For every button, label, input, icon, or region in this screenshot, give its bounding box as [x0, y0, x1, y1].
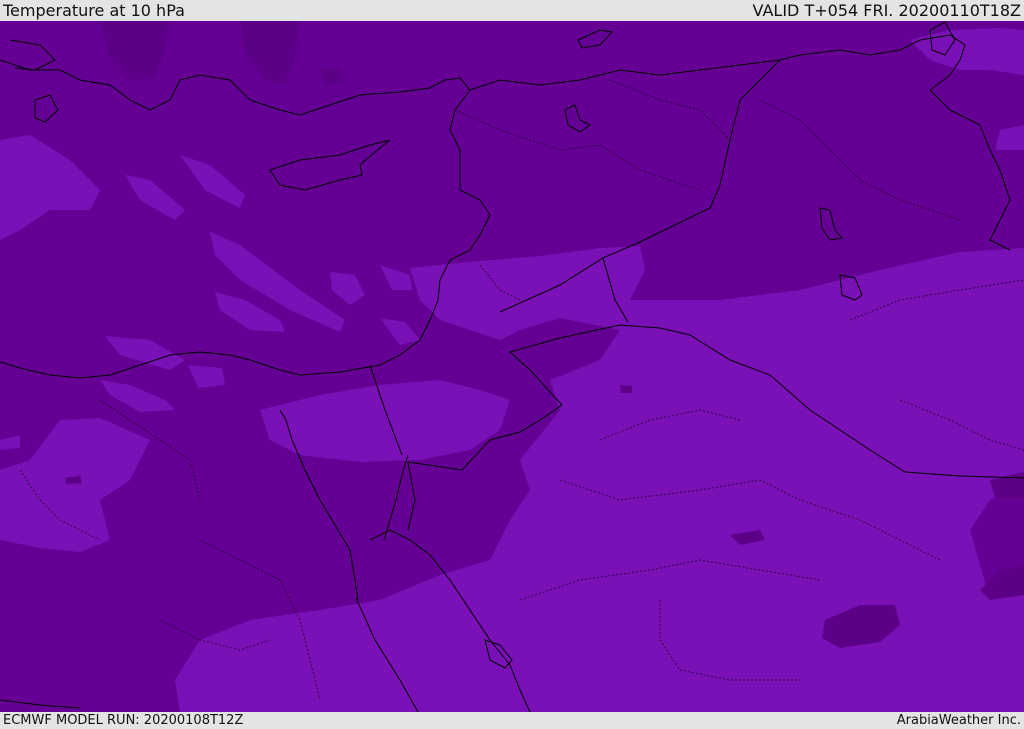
credit: ArabiaWeather Inc. [896, 713, 1021, 728]
map-header: Temperature at 10 hPa VALID T+054 FRI. 2… [0, 0, 1024, 21]
map-footer: ECMWF MODEL RUN: 20200108T12Z ArabiaWeat… [0, 712, 1024, 729]
temperature-map [0, 21, 1024, 712]
model-run: ECMWF MODEL RUN: 20200108T12Z [3, 713, 244, 728]
valid-time: VALID T+054 FRI. 20200110T18Z [752, 1, 1021, 20]
map-title: Temperature at 10 hPa [3, 1, 185, 20]
